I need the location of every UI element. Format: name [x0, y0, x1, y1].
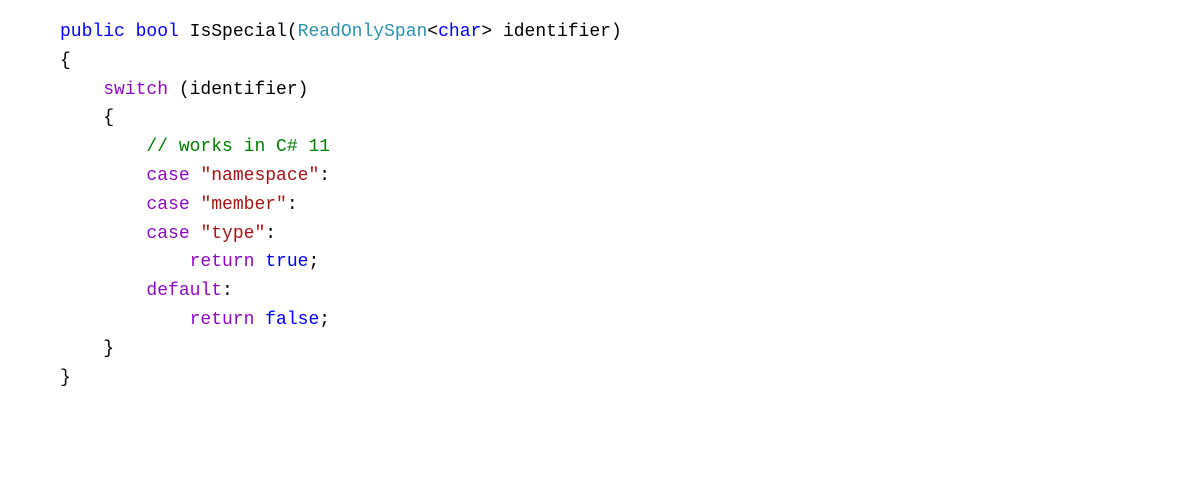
code-block: public bool IsSpecial(ReadOnlySpan<char>…	[0, 0, 1200, 410]
brace-open-inner: {	[60, 108, 114, 128]
keyword-char: char	[438, 22, 481, 42]
keyword-public: public	[60, 22, 125, 42]
keyword-true: true	[265, 252, 308, 272]
brace-close-inner: }	[60, 339, 114, 359]
keyword-return: return	[190, 252, 255, 272]
type-readonlyspan: ReadOnlySpan	[298, 22, 428, 42]
string-literal: "member"	[190, 195, 287, 215]
brace-close: }	[60, 368, 71, 388]
comment: // works in C# 11	[146, 137, 330, 157]
string-literal: "type"	[190, 224, 266, 244]
keyword-switch: switch	[103, 80, 168, 100]
string-literal: "namespace"	[190, 166, 320, 186]
keyword-case: case	[146, 166, 189, 186]
keyword-false: false	[265, 310, 319, 330]
method-name: IsSpecial(	[179, 22, 298, 42]
keyword-default: default	[146, 281, 222, 301]
brace-open: {	[60, 51, 71, 71]
keyword-return: return	[190, 310, 255, 330]
keyword-case: case	[146, 195, 189, 215]
parameter: identifier)	[492, 22, 622, 42]
keyword-case: case	[146, 224, 189, 244]
keyword-bool: bool	[136, 22, 179, 42]
